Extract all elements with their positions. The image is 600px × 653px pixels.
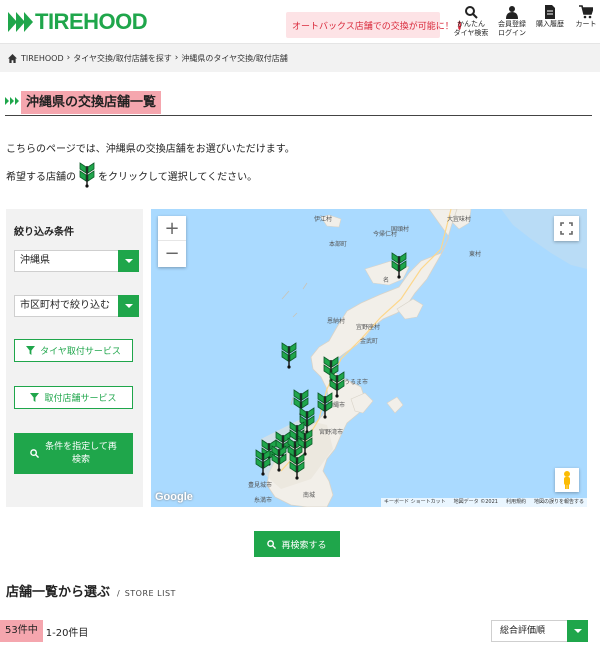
store-marker[interactable]: [281, 342, 297, 369]
filter-title: 絞り込み条件: [14, 227, 74, 238]
sort-select[interactable]: 総合評価順: [491, 620, 588, 642]
nav-cart-label: カート: [575, 20, 597, 28]
sort-value: 総合評価順: [500, 626, 546, 636]
nav-tire-search-label: かんたん タイヤ検索: [453, 20, 489, 37]
map-label-iejima: 伊江村: [314, 216, 333, 223]
nav-tire-search[interactable]: かんたん タイヤ検索: [451, 5, 491, 38]
breadcrumb: TIREHOOD › タイヤ交換/取付店舗を探す › 沖縄県のタイヤ交換/取付店…: [0, 44, 600, 72]
map-label-nakijin: 今帰仁村: [373, 231, 398, 238]
map-label-ogimi: 大宜味村: [447, 216, 472, 223]
promo-text: オートバックス店舗での交換が可能に！: [292, 21, 454, 32]
chevron-down-icon: [118, 295, 139, 317]
chevron-right-icon: ›: [174, 53, 179, 63]
re-search-label: 再検索する: [281, 540, 327, 551]
zoom-out-button[interactable]: −: [158, 241, 186, 266]
prefecture-value: 沖縄県: [20, 255, 50, 266]
map-label-nago: 名: [383, 277, 390, 284]
nav-login[interactable]: 会員登録 ログイン: [492, 5, 532, 38]
map-label-ginoza: 宜野座村: [356, 324, 381, 331]
map-zoom-control: + −: [158, 216, 186, 267]
intro-instruction-before: 希望する店舗の: [6, 171, 76, 183]
city-placeholder: 市区町村で絞り込む: [20, 300, 110, 311]
store-service-filter-button[interactable]: 取付店舗サービス: [14, 386, 133, 409]
google-logo: Google: [155, 491, 193, 503]
user-icon: [506, 6, 518, 19]
store-pin-icon: [79, 162, 95, 188]
home-icon: [8, 53, 17, 63]
heading-separator: /: [117, 589, 120, 598]
filter-panel: 絞り込み条件 沖縄県 市区町村で絞り込む タイヤ取付サービス 取付店舗サービス …: [6, 209, 143, 507]
tire-service-label: タイヤ取付サービス: [40, 347, 121, 357]
re-search-button[interactable]: 再検索する: [254, 531, 340, 557]
breadcrumb-home[interactable]: TIREHOOD: [21, 54, 64, 63]
search-icon: [465, 6, 478, 19]
filter-search-label: 条件を指定して再 検索: [45, 441, 117, 465]
result-count: 53件中 1-20件目: [0, 620, 88, 642]
filter-icon: [30, 393, 40, 402]
filter-icon: [26, 346, 36, 355]
nav-cart[interactable]: カート: [566, 5, 600, 29]
store-marker[interactable]: [255, 449, 271, 476]
chevron-down-icon: [567, 620, 588, 642]
document-icon: [545, 5, 555, 19]
page-title-bar: 沖縄県の交換店舗一覧: [5, 91, 592, 116]
store-map[interactable]: 伊江村 国頭村 大宜味村 東村 本部町 今帰仁村 名 宜野座村 金武町 恩納村 …: [151, 209, 587, 507]
nav-purchase-history-label: 購入履歴: [536, 20, 564, 28]
result-total-badge: 53件中: [0, 620, 43, 642]
page-title: 沖縄県の交換店舗一覧: [21, 91, 162, 114]
pegman-icon: [564, 471, 570, 489]
tire-service-filter-button[interactable]: タイヤ取付サービス: [14, 339, 133, 362]
chevron-right-icon: ›: [66, 53, 71, 63]
store-list-subtitle: STORE LIST: [124, 589, 176, 598]
intro-instruction-after: をクリックして選択してください。: [98, 171, 258, 183]
store-marker[interactable]: [391, 252, 407, 279]
logo-text: TIREHOOD: [35, 9, 148, 34]
map-label-kin: 金武町: [360, 338, 379, 345]
intro-instruction: 希望する店舗の をクリックして選択してください。: [6, 162, 257, 188]
terms-link[interactable]: 利用規約: [506, 498, 526, 507]
store-marker[interactable]: [297, 429, 313, 456]
okinawa-map-land: [151, 209, 587, 507]
breadcrumb-find-store[interactable]: タイヤ交換/取付店舗を探す: [73, 53, 171, 64]
keyboard-shortcuts-link[interactable]: キーボード ショートカット: [384, 498, 446, 507]
store-list-title: 店舗一覧から選ぶ: [6, 585, 111, 600]
map-label-onna: 恩納村: [327, 318, 346, 325]
logo-chevron-icon: [8, 12, 33, 32]
map-label-tomigusuku: 豊見城市: [248, 482, 273, 489]
zoom-in-button[interactable]: +: [158, 216, 186, 241]
search-icon: [30, 449, 40, 458]
store-marker[interactable]: [271, 445, 287, 472]
chevron-down-icon: [118, 250, 139, 272]
tirehood-logo[interactable]: TIREHOOD: [8, 9, 148, 35]
store-marker[interactable]: [317, 392, 333, 419]
prefecture-select[interactable]: 沖縄県: [14, 250, 139, 272]
fullscreen-icon: [560, 222, 573, 235]
map-attribution: キーボード ショートカット 地図データ ©2021 利用規約 地図の誤りを報告す…: [381, 498, 587, 507]
map-label-uruma: うるま市: [344, 379, 369, 386]
map-label-itoman: 糸満市: [254, 497, 273, 504]
map-data-credit: 地図データ ©2021: [453, 499, 498, 505]
search-icon: [267, 539, 277, 549]
map-label-nanjo: 南城: [303, 492, 316, 499]
nav-login-label: 会員登録 ログイン: [498, 20, 526, 37]
breadcrumb-current: 沖縄県のタイヤ交換/取付店舗: [181, 53, 288, 63]
store-list-heading: 店舗一覧から選ぶ / STORE LIST: [6, 581, 176, 600]
store-marker[interactable]: [289, 453, 305, 480]
map-label-ginowan: 宮野湾市: [319, 429, 344, 436]
fullscreen-button[interactable]: [554, 216, 579, 241]
report-error-link[interactable]: 地図の誤りを報告する: [534, 498, 584, 507]
autobacs-promo-banner[interactable]: オートバックス店舗での交換が可能に！ ›: [286, 12, 461, 38]
cart-icon: [579, 5, 593, 19]
street-view-button[interactable]: [555, 468, 579, 492]
city-select[interactable]: 市区町村で絞り込む: [14, 295, 139, 317]
site-header: TIREHOOD オートバックス店舗での交換が可能に！ › かんたん タイヤ検索…: [0, 0, 600, 44]
title-chevron-icon: [5, 97, 20, 105]
result-range: 1-20件目: [45, 627, 89, 639]
nav-purchase-history[interactable]: 購入履歴: [530, 5, 570, 29]
map-label-higashi: 東村: [469, 251, 482, 258]
filter-search-button[interactable]: 条件を指定して再 検索: [14, 433, 133, 474]
map-label-motobu: 本部町: [329, 241, 348, 248]
store-service-label: 取付店舗サービス: [44, 394, 117, 404]
intro-text: こちらのページでは、沖縄県の交換店舗をお選びいただけます。: [6, 144, 295, 155]
